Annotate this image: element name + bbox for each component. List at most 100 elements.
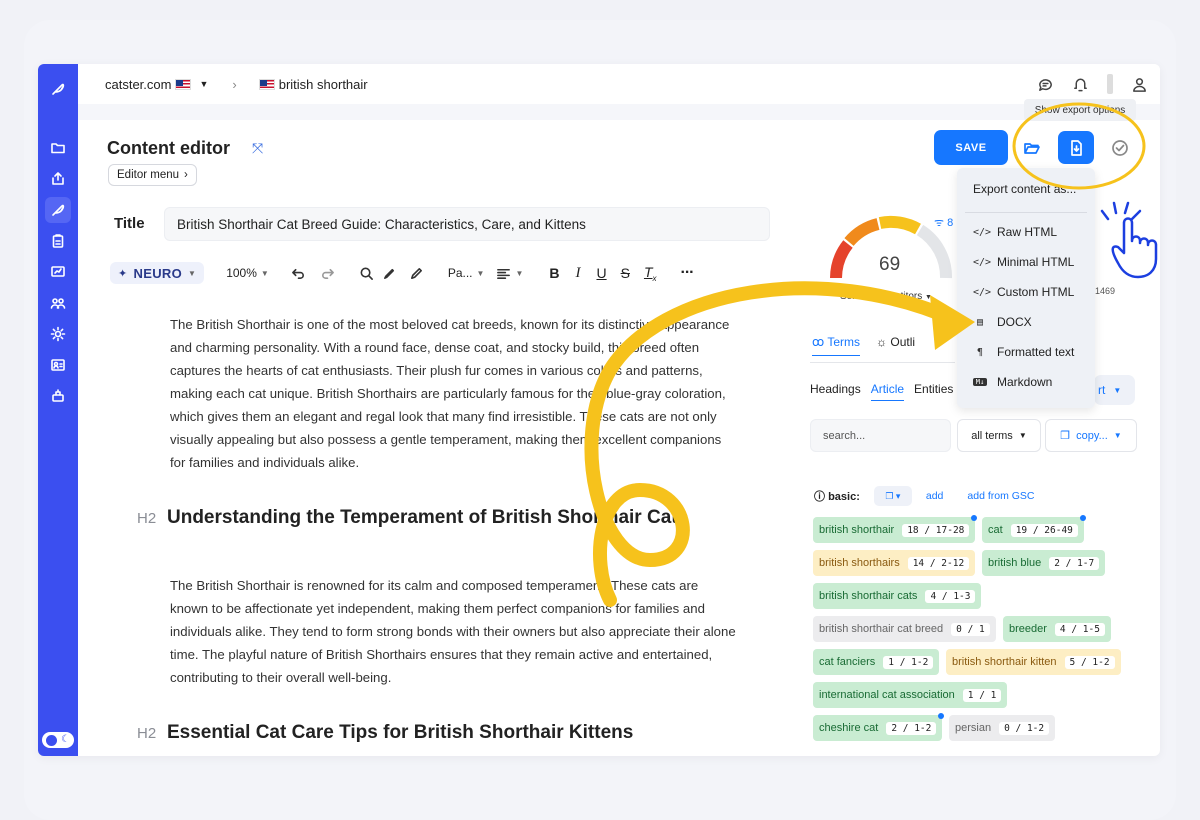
export-raw-html[interactable]: </> Raw HTML: [973, 225, 1057, 239]
term-chip[interactable]: cat 19 / 26-49: [982, 515, 1086, 543]
more-options-button[interactable]: ···: [681, 264, 695, 282]
italic-icon: I: [575, 264, 581, 281]
zoom-select[interactable]: 100% ▼: [226, 266, 269, 280]
pen-button[interactable]: [409, 266, 424, 281]
heading-h2[interactable]: H2 Essential Cat Care Tips for British S…: [137, 721, 737, 745]
sidebar-folder-icon[interactable]: [45, 135, 71, 161]
copy-label: copy...: [1076, 429, 1108, 442]
breadcrumb-keyword[interactable]: british shorthair: [258, 77, 368, 92]
bell-icon[interactable]: [1072, 76, 1089, 93]
term-chip[interactable]: breeder 4 / 1-5: [1003, 616, 1111, 642]
copy-terms-button[interactable]: ❐ ▾: [873, 486, 912, 506]
logo-feather-icon[interactable]: [45, 76, 71, 102]
export-button[interactable]: [1058, 131, 1094, 164]
site-name: catster.com: [105, 76, 172, 92]
us-flag-icon: [258, 78, 275, 90]
article-body[interactable]: The British Shorthair is one of the most…: [170, 313, 740, 474]
underline-icon: U: [596, 265, 607, 281]
term-name: british blue: [988, 557, 1042, 569]
tab-article[interactable]: Article: [870, 382, 905, 401]
term-chip[interactable]: international cat association 1 / 1: [813, 682, 1008, 708]
underline-button[interactable]: U: [596, 265, 606, 281]
export-item-label: Markdown: [997, 375, 1053, 389]
term-chip[interactable]: cat fanciers 1 / 1-2: [813, 649, 940, 675]
term-count: 4 / 1-3: [925, 589, 976, 603]
export-minimal-html[interactable]: </> Minimal HTML: [973, 255, 1074, 269]
add-term-link[interactable]: add: [926, 490, 944, 502]
tab-headings[interactable]: Headings: [810, 382, 861, 401]
chat-icon[interactable]: [1037, 76, 1054, 93]
highlighter-icon: [383, 268, 394, 279]
article-body-2[interactable]: The British Shorthair is renowned for it…: [170, 574, 740, 689]
save-button[interactable]: SAVE: [934, 130, 1008, 165]
title-label: Title: [114, 215, 145, 232]
basic-label-text: basic:: [828, 491, 860, 503]
clear-format-button[interactable]: Tx: [644, 264, 657, 283]
term-chip[interactable]: british shorthair cats 4 / 1-3: [813, 583, 982, 609]
sidebar-clipboard-icon[interactable]: [45, 228, 71, 254]
term-filter-select[interactable]: all terms ▼: [957, 419, 1041, 452]
tab-outline[interactable]: ☼ Outli: [876, 335, 915, 356]
term-chip[interactable]: british shorthair cat breed 0 / 1: [813, 616, 996, 642]
term-chip[interactable]: british shorthair kitten 5 / 1-2: [946, 649, 1121, 675]
expand-icon[interactable]: ⤧: [252, 140, 263, 157]
sidebar-integrations-icon[interactable]: [45, 383, 71, 409]
site-selector[interactable]: catster.com ▼: [105, 77, 208, 92]
redo-button[interactable]: [320, 266, 335, 281]
italic-button[interactable]: I: [575, 265, 580, 282]
sidebar-editor-icon[interactable]: [45, 197, 71, 223]
copy-select[interactable]: ❐ copy... ▼: [1045, 419, 1137, 452]
term-chip[interactable]: cheshire cat 2 / 1-2: [813, 713, 945, 741]
bold-icon: B: [549, 265, 560, 281]
term-name: cat fanciers: [819, 656, 876, 668]
align-select[interactable]: ▼: [496, 266, 523, 281]
theme-toggle[interactable]: ☾: [42, 732, 74, 748]
user-icon[interactable]: [1131, 76, 1148, 93]
clear-format-icon: Tx: [643, 263, 657, 283]
sidebar-share-icon[interactable]: [45, 166, 71, 192]
open-folder-button[interactable]: [1014, 131, 1050, 164]
export-custom-html[interactable]: </> Custom HTML: [973, 285, 1074, 299]
export-markdown[interactable]: M↓ Markdown: [973, 375, 1052, 389]
tab-terms[interactable]: ꝏ Terms: [812, 335, 861, 356]
select-competitors[interactable]: Select competitors ▼: [840, 291, 932, 302]
copy-icon: ❐ ▾: [885, 490, 901, 501]
strikethrough-button[interactable]: S: [621, 265, 630, 281]
sidebar-contact-icon[interactable]: [45, 352, 71, 378]
sidebar-settings-icon[interactable]: [45, 321, 71, 347]
term-name: british shorthair: [819, 524, 895, 536]
term-search-input[interactable]: search...: [810, 419, 951, 452]
bold-button[interactable]: B: [549, 265, 559, 281]
term-count: 0 / 1: [951, 622, 990, 636]
editor-menu-button[interactable]: Editor menu ›: [108, 164, 197, 186]
tab-outline-label: Outli: [890, 335, 916, 349]
heading-h2[interactable]: H2 Understanding the Temperament of Brit…: [137, 506, 717, 530]
term-chip[interactable]: british blue 2 / 1-7: [982, 550, 1106, 576]
export-docx[interactable]: ▤ DOCX: [973, 315, 1032, 329]
export-formatted-text[interactable]: ¶ Formatted text: [973, 345, 1074, 359]
editor-menu-label: Editor menu: [117, 169, 180, 181]
term-count: 4 / 1-5: [1054, 622, 1105, 636]
chevron-down-icon: ▼: [260, 268, 269, 278]
term-chip[interactable]: persian 0 / 1-2: [949, 715, 1056, 741]
sort-select[interactable]: rt ▼: [1094, 375, 1135, 405]
tab-entities[interactable]: Entities: [914, 382, 953, 401]
complete-button[interactable]: [1102, 131, 1138, 164]
undo-icon: [291, 268, 304, 279]
term-chip[interactable]: british shorthairs 14 / 2-12: [813, 550, 976, 576]
search-button[interactable]: [359, 266, 374, 281]
sidebar-users-icon[interactable]: [45, 290, 71, 316]
neuro-ai-button[interactable]: ✦ NEURO ▼: [110, 262, 205, 284]
select-competitors-label: Select competitors: [840, 291, 923, 302]
export-file-icon: [1071, 139, 1082, 156]
sidebar-analytics-icon[interactable]: [45, 259, 71, 285]
top-bar: catster.com ▼ › british shorthair: [78, 64, 1160, 104]
add-from-gsc-link[interactable]: add from GSC: [967, 490, 1034, 502]
metric-a: ᯤ 8: [934, 215, 953, 230]
title-input[interactable]: British Shorthair Cat Breed Guide: Chara…: [164, 207, 770, 241]
highlighter-button[interactable]: [382, 266, 397, 281]
term-chip[interactable]: british shorthair 18 / 17-28: [813, 515, 978, 543]
paragraph-select[interactable]: Pa... ▼: [448, 266, 485, 280]
term-count: 14 / 2-12: [907, 556, 970, 570]
undo-button[interactable]: [291, 266, 306, 281]
